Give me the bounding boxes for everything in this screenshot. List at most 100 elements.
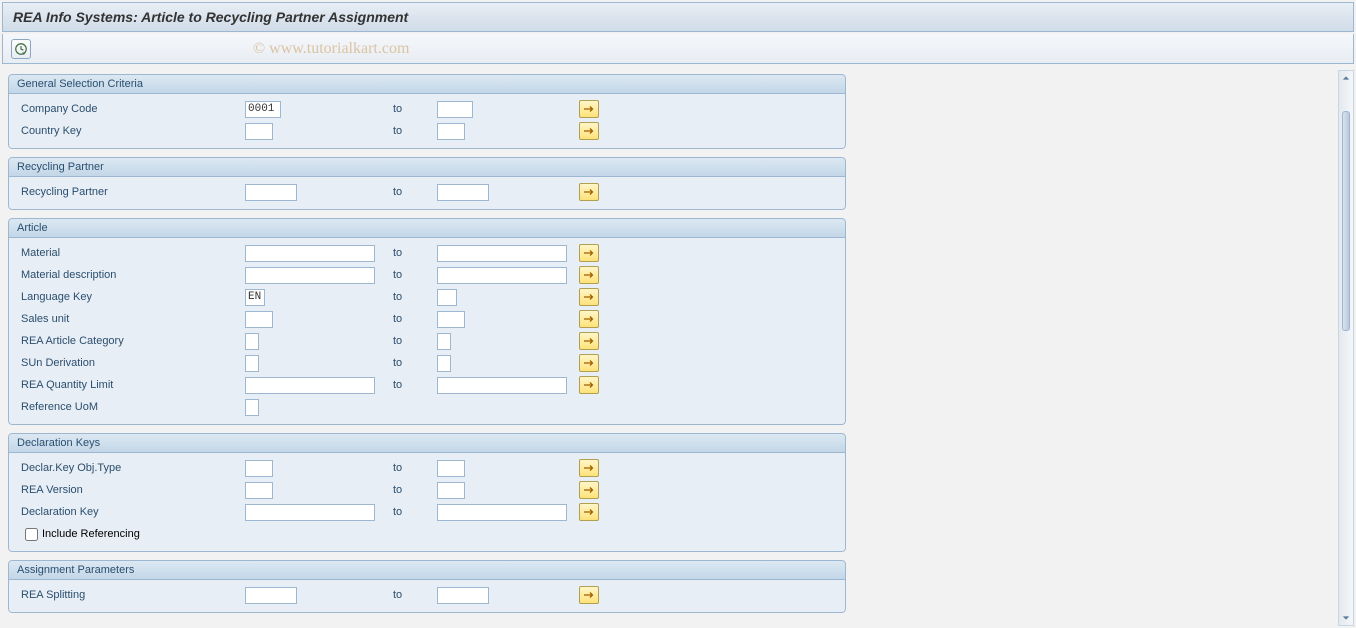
material-from-input[interactable] (245, 245, 375, 262)
label-country-key: Country Key (17, 125, 245, 137)
arrow-right-icon (583, 507, 595, 517)
chevron-down-icon (1342, 614, 1350, 622)
material-to-input[interactable] (437, 245, 567, 262)
row-reference-uom: Reference UoM (17, 396, 837, 418)
reference-uom-input[interactable] (245, 399, 259, 416)
material-desc-from-input[interactable] (245, 267, 375, 284)
declaration-key-multi-button[interactable] (579, 503, 599, 521)
section-header-recycling: Recycling Partner (8, 157, 846, 177)
section-header-article: Article (8, 218, 846, 238)
rea-article-cat-from-input[interactable] (245, 333, 259, 350)
row-declar-key-obj-type: Declar.Key Obj.Type to (17, 457, 837, 479)
section-assignment: Assignment Parameters REA Splitting to (8, 560, 846, 613)
country-key-from-input[interactable] (245, 123, 273, 140)
to-label: to (393, 186, 437, 198)
label-declaration-key: Declaration Key (17, 506, 245, 518)
sun-derivation-to-input[interactable] (437, 355, 451, 372)
label-rea-article-cat: REA Article Category (17, 335, 245, 347)
rea-version-from-input[interactable] (245, 482, 273, 499)
declar-key-obj-type-multi-button[interactable] (579, 459, 599, 477)
scroll-up-button[interactable] (1339, 71, 1353, 85)
arrow-right-icon (583, 292, 595, 302)
language-key-multi-button[interactable] (579, 288, 599, 306)
row-material: Material to (17, 242, 837, 264)
company-code-multi-button[interactable] (579, 100, 599, 118)
material-desc-multi-button[interactable] (579, 266, 599, 284)
rea-qty-limit-to-input[interactable] (437, 377, 567, 394)
include-referencing-checkbox[interactable] (25, 528, 38, 541)
declar-key-obj-type-from-input[interactable] (245, 460, 273, 477)
row-declaration-key: Declaration Key to (17, 501, 837, 523)
rea-version-to-input[interactable] (437, 482, 465, 499)
row-include-referencing: Include Referencing (17, 523, 837, 545)
language-key-from-input[interactable] (245, 289, 265, 306)
rea-splitting-multi-button[interactable] (579, 586, 599, 604)
arrow-right-icon (583, 336, 595, 346)
rea-article-cat-to-input[interactable] (437, 333, 451, 350)
sun-derivation-multi-button[interactable] (579, 354, 599, 372)
sales-unit-from-input[interactable] (245, 311, 273, 328)
declaration-key-to-input[interactable] (437, 504, 567, 521)
section-body-assignment: REA Splitting to (8, 580, 846, 613)
to-label: to (393, 379, 437, 391)
language-key-to-input[interactable] (437, 289, 457, 306)
declar-key-obj-type-to-input[interactable] (437, 460, 465, 477)
label-declar-key-obj-type: Declar.Key Obj.Type (17, 462, 245, 474)
sales-unit-to-input[interactable] (437, 311, 465, 328)
rea-splitting-to-input[interactable] (437, 587, 489, 604)
recycling-partner-to-input[interactable] (437, 184, 489, 201)
row-sales-unit: Sales unit to (17, 308, 837, 330)
company-code-from-input[interactable] (245, 101, 281, 118)
to-label: to (393, 335, 437, 347)
sales-unit-multi-button[interactable] (579, 310, 599, 328)
company-code-to-input[interactable] (437, 101, 473, 118)
declaration-key-from-input[interactable] (245, 504, 375, 521)
section-declaration: Declaration Keys Declar.Key Obj.Type to … (8, 433, 846, 552)
country-key-multi-button[interactable] (579, 122, 599, 140)
material-multi-button[interactable] (579, 244, 599, 262)
row-company-code: Company Code to (17, 98, 837, 120)
rea-splitting-from-input[interactable] (245, 587, 297, 604)
recycling-partner-multi-button[interactable] (579, 183, 599, 201)
to-label: to (393, 291, 437, 303)
content-area: General Selection Criteria Company Code … (2, 70, 1338, 626)
vertical-scrollbar[interactable] (1338, 70, 1354, 626)
country-key-to-input[interactable] (437, 123, 465, 140)
execute-button[interactable] (11, 39, 31, 59)
rea-article-cat-multi-button[interactable] (579, 332, 599, 350)
rea-version-multi-button[interactable] (579, 481, 599, 499)
section-body-recycling: Recycling Partner to (8, 177, 846, 210)
section-body-article: Material to Material description to Lang… (8, 238, 846, 425)
to-label: to (393, 462, 437, 474)
to-label: to (393, 103, 437, 115)
arrow-right-icon (583, 270, 595, 280)
sun-derivation-from-input[interactable] (245, 355, 259, 372)
row-sun-derivation: SUn Derivation to (17, 352, 837, 374)
label-material-desc: Material description (17, 269, 245, 281)
scroll-down-button[interactable] (1339, 611, 1353, 625)
label-rea-splitting: REA Splitting (17, 589, 245, 601)
row-rea-qty-limit: REA Quantity Limit to (17, 374, 837, 396)
section-header-declaration: Declaration Keys (8, 433, 846, 453)
to-label: to (393, 247, 437, 259)
to-label: to (393, 125, 437, 137)
section-recycling: Recycling Partner Recycling Partner to (8, 157, 846, 210)
toolbar: © www.tutorialkart.com (2, 34, 1354, 64)
label-sales-unit: Sales unit (17, 313, 245, 325)
row-rea-splitting: REA Splitting to (17, 584, 837, 606)
rea-qty-limit-multi-button[interactable] (579, 376, 599, 394)
label-include-referencing: Include Referencing (42, 528, 140, 540)
arrow-right-icon (583, 187, 595, 197)
clock-execute-icon (14, 42, 28, 56)
row-rea-version: REA Version to (17, 479, 837, 501)
row-country-key: Country Key to (17, 120, 837, 142)
scroll-thumb[interactable] (1342, 111, 1350, 331)
material-desc-to-input[interactable] (437, 267, 567, 284)
recycling-partner-from-input[interactable] (245, 184, 297, 201)
arrow-right-icon (583, 104, 595, 114)
arrow-right-icon (583, 463, 595, 473)
page-title: REA Info Systems: Article to Recycling P… (2, 2, 1354, 32)
rea-qty-limit-from-input[interactable] (245, 377, 375, 394)
label-material: Material (17, 247, 245, 259)
to-label: to (393, 506, 437, 518)
